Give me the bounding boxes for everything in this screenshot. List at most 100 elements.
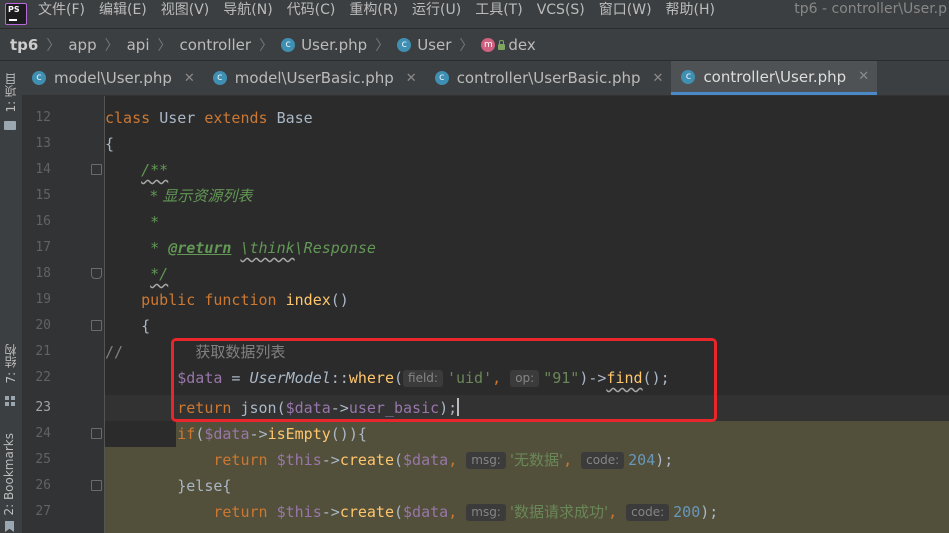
breadcrumb-api[interactable]: api — [127, 36, 150, 54]
line-number: 23 — [35, 400, 51, 415]
chevron-right-icon: 〉 — [104, 37, 119, 54]
menu-file[interactable]: 文件(F) — [38, 0, 85, 19]
bookmarks-tool-window[interactable]: 2: Bookmarks — [2, 433, 16, 516]
line-number: 24 — [35, 426, 51, 441]
editor-tabs: c model\User.php ✕ c model\UserBasic.php ✕ c… — [22, 61, 949, 96]
line-number: 12 — [35, 110, 51, 125]
code-line: 19 public function index() — [23, 287, 949, 313]
parameter-hint: msg: — [466, 504, 506, 521]
code-text: return $this->create($data, msg: '无数据', c… — [213, 451, 674, 469]
window-title: tp6 - controller\User.p — [794, 1, 947, 17]
fold-icon[interactable] — [91, 428, 102, 439]
line-number: 22 — [35, 370, 51, 385]
close-icon[interactable]: ✕ — [406, 71, 417, 86]
php-class-icon: c — [281, 37, 296, 52]
code-text: * — [150, 213, 160, 231]
code-line: 24 if($data->isEmpty()){ — [23, 421, 949, 447]
code-text: { — [105, 135, 115, 153]
breadcrumb-controller[interactable]: controller — [180, 36, 252, 54]
structure-icon — [5, 396, 15, 406]
menu-help[interactable]: 帮助(H) — [666, 0, 715, 19]
line-number: 17 — [35, 240, 51, 255]
fold-icon[interactable] — [91, 320, 102, 331]
tool-window-strip: 1: 项目 7: 结构 2: Bookmarks — [0, 61, 23, 533]
code-text: if($data->isEmpty()){ — [177, 425, 367, 443]
code-line: 16 * — [23, 209, 949, 235]
menu-run[interactable]: 运行(U) — [412, 0, 461, 19]
code-text: /** — [141, 161, 169, 179]
chevron-right-icon: 〉 — [259, 37, 274, 54]
code-text: class User extends Base — [105, 109, 313, 127]
project-tool-window[interactable]: 1: 项目 — [2, 73, 19, 113]
line-number: 20 — [35, 318, 51, 333]
code-text: */ — [150, 265, 169, 283]
tab-controller-user[interactable]: c controller\User.php ✕ — [671, 61, 878, 95]
selection-highlight — [105, 525, 949, 533]
code-line: 25 return $this->create($data, msg: '无数据'… — [23, 447, 949, 473]
line-number: 16 — [35, 214, 51, 229]
menu-tools[interactable]: 工具(T) — [475, 0, 522, 19]
code-line: 20 { — [23, 313, 949, 339]
breadcrumb: tp6 〉 app 〉 api 〉 controller 〉 c User.php… — [0, 28, 949, 60]
structure-tool-window[interactable]: 7: 结构 — [2, 344, 19, 384]
code-text: * @return \think\Response — [150, 239, 376, 257]
line-number: 27 — [35, 504, 51, 519]
menu-navigate[interactable]: 导航(N) — [223, 0, 272, 19]
code-text: }else{ — [177, 477, 232, 495]
php-class-icon: c — [434, 71, 449, 85]
public-lock-icon — [498, 39, 506, 50]
menu-edit[interactable]: 编辑(E) — [99, 0, 147, 19]
code-line: 12 class User extends Base — [23, 105, 949, 131]
code-text: public function index() — [141, 291, 349, 309]
main-menu: 文件(F) 编辑(E) 视图(V) 导航(N) 代码(C) 重构(R) 运行(U… — [38, 0, 729, 19]
close-icon[interactable]: ✕ — [858, 69, 869, 84]
code-text: * 显示资源列表 — [150, 187, 253, 205]
code-line: 27 return $this->create($data, msg: '数据请求… — [23, 499, 949, 525]
breadcrumb-method[interactable]: m dex — [481, 36, 536, 54]
line-number: 21 — [35, 344, 51, 359]
breadcrumb-app[interactable]: app — [68, 36, 96, 54]
fold-icon[interactable] — [91, 164, 102, 175]
phpstorm-logo-icon: PS — [5, 3, 27, 25]
menu-bar: PS 文件(F) 编辑(E) 视图(V) 导航(N) 代码(C) 重构(R) 运… — [0, 0, 949, 28]
line-number: 26 — [35, 478, 51, 493]
method-icon: m — [481, 37, 496, 52]
code-line: 13 { — [23, 131, 949, 157]
line-number: 15 — [35, 188, 51, 203]
code-line: 15 * 显示资源列表 — [23, 183, 949, 209]
breadcrumb-file[interactable]: c User.php — [281, 36, 367, 54]
tab-model-user[interactable]: c model\User.php ✕ — [22, 61, 203, 95]
fold-icon[interactable] — [91, 480, 102, 491]
menu-vcs[interactable]: VCS(S) — [537, 0, 585, 19]
menu-code[interactable]: 代码(C) — [287, 0, 336, 19]
menu-view[interactable]: 视图(V) — [161, 0, 210, 19]
php-class-icon: c — [32, 71, 46, 85]
code-line: 14 /** — [23, 157, 949, 183]
breadcrumb-project[interactable]: tp6 — [10, 36, 38, 54]
class-icon: c — [397, 37, 412, 52]
line-number: 25 — [35, 452, 51, 467]
chevron-right-icon: 〉 — [46, 37, 61, 54]
code-line: 26 }else{ — [23, 473, 949, 499]
bookmark-icon — [5, 521, 14, 532]
menu-window[interactable]: 窗口(W) — [599, 0, 652, 19]
menu-refactor[interactable]: 重构(R) — [349, 0, 398, 19]
chevron-right-icon: 〉 — [459, 37, 474, 54]
chevron-right-icon: 〉 — [375, 37, 390, 54]
close-icon[interactable]: ✕ — [184, 71, 195, 86]
code-editor[interactable]: 12 class User extends Base 13 { 14 /** 1… — [23, 96, 949, 533]
tab-controller-userbasic[interactable]: c controller\UserBasic.php ✕ — [425, 61, 672, 95]
code-text: { — [141, 317, 151, 335]
fold-icon[interactable] — [91, 268, 102, 279]
chevron-right-icon: 〉 — [157, 37, 172, 54]
line-number: 13 — [35, 136, 51, 151]
folder-icon — [4, 121, 16, 130]
breadcrumb-class[interactable]: c User — [397, 36, 451, 54]
close-icon[interactable]: ✕ — [653, 71, 664, 86]
tab-model-userbasic[interactable]: c model\UserBasic.php ✕ — [203, 61, 425, 95]
code-line: 18 */ — [23, 261, 949, 287]
php-class-icon: c — [681, 69, 696, 84]
parameter-hint: msg: — [466, 452, 506, 469]
php-class-icon: c — [212, 71, 227, 85]
line-number: 18 — [35, 266, 51, 281]
